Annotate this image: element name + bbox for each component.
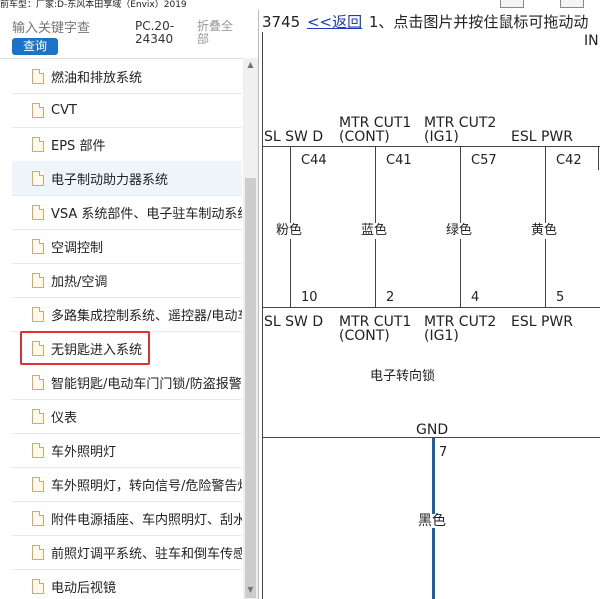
tree-item-2[interactable]: EPS 部件 [12,127,242,162]
pin-number: 10 [301,290,318,305]
document-icon [32,68,44,84]
tree-item-6[interactable]: 加热/空调 [12,263,242,298]
tree-item-1[interactable]: CVT [12,93,242,128]
scroll-down-icon[interactable]: ▼ [245,585,256,597]
right-edge-tick [598,146,599,170]
document-icon [32,136,44,152]
tree-item-label: 车外照明灯，转向信号/危险警告灯 [51,478,242,494]
tree-item-8[interactable]: 无钥匙进入系统 [20,331,150,365]
tree-item-label: 附件电源插座、车内照明灯、刮水器 [51,512,242,528]
pc-code-label: PC.20-24340 [135,19,175,46]
gnd-pin-number: 7 [439,445,448,460]
collapse-all-button[interactable]: 折叠全部 [197,20,237,46]
tree-item-label: 电动后视镜 [51,580,117,596]
tree-item-label: VSA 系统部件、电子驻车制动系统 [51,206,242,222]
search-row: 查询 PC.20-24340 折叠全部 [0,10,258,59]
tree-item-label: EPS 部件 [51,138,106,154]
document-icon [32,442,44,458]
search-input[interactable] [12,20,122,36]
tree-item-0[interactable]: 燃油和排放系统 [12,59,242,94]
wire-color-label: 黄色 [531,223,558,239]
wiring-diagram[interactable]: 3745 <<返回 1、点击图片并按住鼠标可拖动动 IN SL SW D C44 粉… [262,10,600,599]
module-top-line [262,307,600,308]
tree-item-label: 加热/空调 [51,274,108,290]
bottom-pin-label: SL SW D [264,314,324,330]
connector-id: C44 [301,153,327,168]
tree-item-label: 空调控制 [51,240,104,256]
system-tree: 燃油和排放系统 CVT EPS 部件电子制动助力器系统 VSA 系统部件、电子驻车制动… [0,58,243,599]
pin-number: 5 [556,290,565,305]
document-icon [32,204,44,220]
tree-item-label: CVT [51,102,77,118]
document-icon [32,340,44,356]
tree-item-13[interactable]: 附件电源插座、车内照明灯、刮水器 [12,501,242,536]
top-pin-label: ESL PWR [511,129,573,145]
drag-instruction: 1、点击图片并按住鼠标可拖动动 [368,13,589,31]
tree-item-14[interactable]: 前照灯调平系统、驻车和倒车传感器 [12,535,242,570]
tree-scrollbar[interactable]: ▲ ▼ [243,58,258,599]
top-pin-label: SL SW D [264,129,324,145]
tree-item-3[interactable]: 电子制动助力器系统 [12,161,242,196]
tree-item-5[interactable]: 空调控制 [12,229,242,264]
wire-color-label: 粉色 [276,223,303,239]
document-icon [32,510,44,526]
scroll-up-icon[interactable]: ▲ [245,60,256,72]
top-frame-line [262,146,600,147]
tree-item-label: 多路集成控制系统、遥控器/电动车窗 [51,308,242,324]
pin-number: 2 [386,290,395,305]
tree-item-label: 燃油和排放系统 [51,70,143,86]
document-icon [32,102,44,118]
tree-item-label: 车外照明灯 [51,444,117,460]
back-link[interactable]: <<返回 [307,13,362,31]
connector-label-in: IN [584,33,599,49]
scroll-thumb[interactable] [245,178,256,598]
gnd-label: GND [416,422,449,438]
bottom-pin-label: MTR CUT2 (IG1) [424,314,497,344]
bottom-pin-label: MTR CUT1 (CONT) [339,314,412,344]
tree-item-15[interactable]: 电动后视镜 [12,569,242,599]
top-tab-right[interactable] [560,0,584,8]
gnd-wire-color: 黑色 [418,513,446,529]
tree-item-label: 电子制动助力器系统 [51,172,169,188]
connector-id: C57 [471,153,497,168]
tree-item-label: 智能钥匙/电动车门门锁/防盗报警 [51,376,242,392]
document-icon [32,408,44,424]
top-pin-label: MTR CUT1 (CONT) [339,115,412,145]
diagram-nav: 3745 <<返回 1、点击图片并按住鼠标可拖动动 [262,12,588,32]
document-icon [32,272,44,288]
connector-id: C42 [556,153,582,168]
top-tab-left[interactable] [500,0,524,8]
tree-item-4[interactable]: VSA 系统部件、电子驻车制动系统 [12,195,242,230]
document-icon [32,306,44,322]
tree-item-10[interactable]: 仪表 [12,399,242,434]
pin-number: 4 [471,290,480,305]
tree-item-11[interactable]: 车外照明灯 [12,433,242,468]
search-button[interactable]: 查询 [12,38,58,55]
tree-item-9[interactable]: 智能钥匙/电动车门门锁/防盗报警 [12,365,242,400]
wire-color-label: 绿色 [446,223,473,239]
document-icon [32,578,44,594]
vehicle-info-text: 前车型：厂家:D-东风本田享域（Envix）2019 [0,0,187,10]
wire-color-label: 蓝色 [361,223,388,239]
document-icon [32,238,44,254]
tree-item-label: 无钥匙进入系统 [51,342,143,358]
module-name: 电子转向锁 [370,369,436,384]
document-icon [32,170,44,186]
left-panel: 查询 PC.20-24340 折叠全部 燃油和排放系统 CVT EPS 部件电子制动… [0,10,258,599]
document-icon [32,374,44,390]
document-icon [32,544,44,560]
tree-item-label: 前照灯调平系统、驻车和倒车传感器 [51,546,242,562]
bottom-pin-label: ESL PWR [511,314,573,330]
tree-item-12[interactable]: 车外照明灯，转向信号/危险警告灯 [12,467,242,502]
document-icon [32,476,44,492]
left-frame-line [262,32,263,599]
tree-item-7[interactable]: 多路集成控制系统、遥控器/电动车窗 [12,297,242,332]
diagram-id: 3745 [262,13,301,31]
connector-id: C41 [386,153,412,168]
tree-item-label: 仪表 [51,410,78,426]
top-pin-label: MTR CUT2 (IG1) [424,115,497,145]
